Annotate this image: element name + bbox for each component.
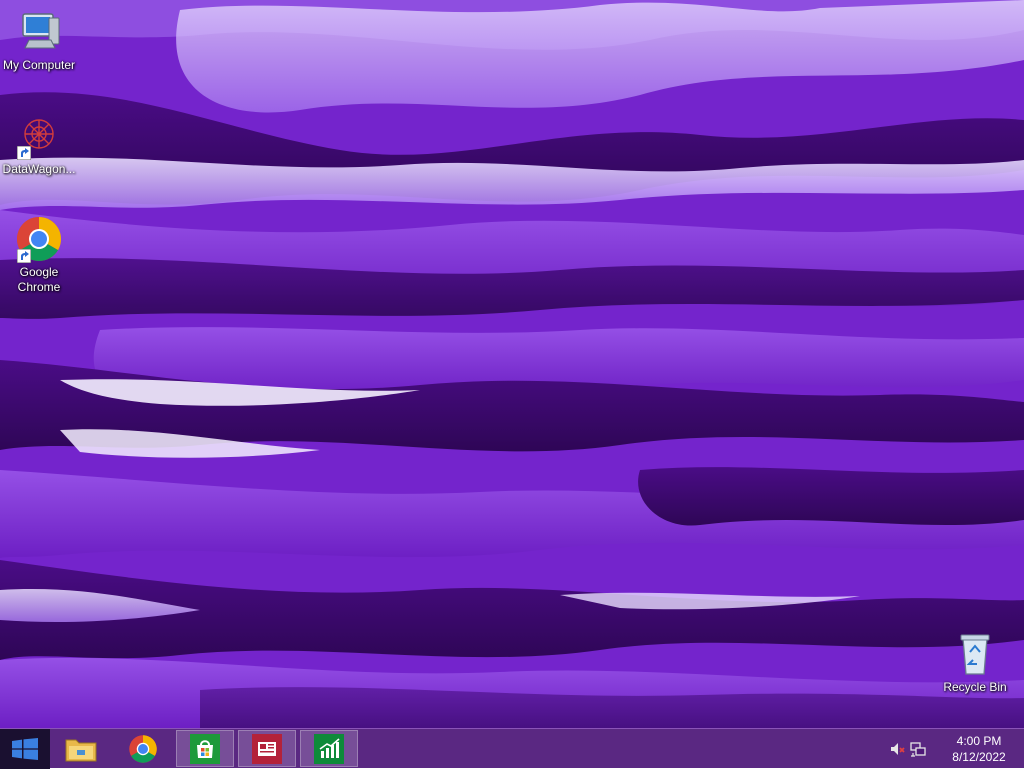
desktop-icon-google-chrome[interactable]: Google Chrome bbox=[1, 215, 77, 295]
wallpaper bbox=[0, 0, 1024, 728]
volume-muted-icon[interactable] bbox=[889, 741, 905, 757]
folder-icon bbox=[65, 739, 97, 761]
clock-date: 8/12/2022 bbox=[952, 750, 1006, 764]
desktop-icon-recycle-bin[interactable]: Recycle Bin bbox=[937, 630, 1013, 695]
desktop-icon-label: DataWagon... bbox=[2, 162, 76, 176]
chrome-icon bbox=[15, 215, 63, 263]
desktop-icon-label: Google Chrome bbox=[17, 265, 61, 294]
taskbar-store[interactable] bbox=[176, 730, 234, 767]
desktop-icon-label: Recycle Bin bbox=[943, 680, 1007, 694]
chrome-icon bbox=[129, 734, 157, 763]
shortcut-arrow-icon bbox=[17, 146, 31, 160]
finance-icon bbox=[314, 733, 344, 764]
clock[interactable]: 4:00 PM 8/12/2022 bbox=[944, 733, 1014, 765]
start-button[interactable] bbox=[0, 729, 50, 769]
taskbar-finance[interactable] bbox=[300, 730, 358, 767]
taskbar-news[interactable] bbox=[238, 730, 296, 767]
taskbar: 4:00 PM 8/12/2022 bbox=[0, 728, 1024, 769]
taskbar-google-chrome[interactable] bbox=[114, 730, 172, 767]
datawagon-icon bbox=[15, 112, 63, 160]
desktop-icon-datawagon[interactable]: DataWagon... bbox=[1, 112, 77, 177]
clock-time: 4:00 PM bbox=[956, 734, 1002, 748]
computer-icon bbox=[15, 8, 63, 56]
system-tray: 4:00 PM 8/12/2022 bbox=[884, 729, 1024, 769]
recycle-bin-icon bbox=[951, 630, 999, 678]
store-icon bbox=[190, 733, 220, 764]
news-icon bbox=[252, 733, 282, 764]
network-icon[interactable] bbox=[910, 741, 926, 757]
desktop-icon-label: My Computer bbox=[2, 58, 76, 72]
shortcut-arrow-icon bbox=[17, 249, 31, 263]
desktop[interactable]: My Computer DataWagon... Google Chrome R… bbox=[0, 0, 1024, 728]
windows-logo-icon bbox=[12, 738, 38, 760]
taskbar-file-explorer[interactable] bbox=[52, 730, 110, 767]
desktop-icon-my-computer[interactable]: My Computer bbox=[1, 8, 77, 73]
